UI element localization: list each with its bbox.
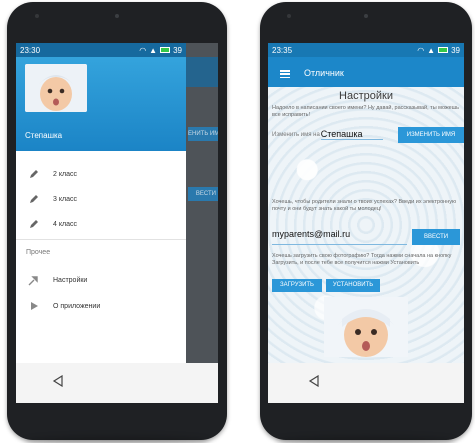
battery-icon bbox=[160, 47, 171, 53]
nav-item-label: Настройки bbox=[53, 276, 88, 284]
pencil-icon bbox=[28, 219, 39, 230]
nav-item-label: 4 класс bbox=[53, 220, 77, 228]
battery-level: 39 bbox=[173, 45, 182, 55]
camera-dot bbox=[287, 14, 291, 18]
phone-right: 23:35 ◠ ▲ 39 Отличник Настройки Надоело … bbox=[260, 2, 472, 440]
dimmed-enter-button: ВЕСТИ bbox=[188, 187, 218, 201]
nav-item-label: О приложении bbox=[53, 302, 101, 310]
nav-item-grade-3[interactable]: 3 класс bbox=[16, 188, 186, 210]
signal-icon: ▲ bbox=[149, 45, 158, 55]
drawer-user-name: Степашка bbox=[25, 131, 63, 140]
signal-icon: ▲ bbox=[427, 45, 436, 55]
status-time: 23:30 bbox=[20, 45, 41, 55]
system-nav-bar bbox=[268, 363, 464, 403]
battery-icon bbox=[438, 47, 449, 53]
drawer-divider bbox=[16, 239, 186, 240]
settings-content: Настройки Надоело в написании своего име… bbox=[268, 87, 464, 363]
child-photo bbox=[324, 297, 408, 357]
navigation-drawer: 23:30 ◠ ▲ 39 Степашка 2 класс 3 класс 4 … bbox=[16, 43, 186, 363]
status-bar: 23:30 ◠ ▲ 39 bbox=[16, 43, 186, 57]
camera-dot bbox=[35, 14, 39, 18]
screen-left: ЕНИТЬ ИМЯ ВЕСТИ 23:30 ◠ ▲ 39 bbox=[16, 43, 218, 403]
pencil-icon bbox=[28, 169, 39, 180]
wifi-icon: ◠ bbox=[139, 45, 147, 55]
nav-item-label: 2 класс bbox=[53, 170, 77, 178]
intro-text: Надоело в написании своего имени? Ну дав… bbox=[272, 105, 459, 118]
speaker bbox=[115, 14, 119, 18]
screen-right: 23:35 ◠ ▲ 39 Отличник Настройки Надоело … bbox=[268, 43, 464, 403]
menu-icon[interactable] bbox=[280, 70, 290, 78]
nav-item-grade-2[interactable]: 2 класс bbox=[16, 163, 186, 185]
back-icon[interactable] bbox=[308, 374, 320, 392]
back-icon[interactable] bbox=[52, 374, 64, 392]
pencil-icon bbox=[28, 194, 39, 205]
section-label-other: Прочее bbox=[26, 249, 51, 256]
enter-button[interactable]: ВВЕСТИ bbox=[412, 229, 460, 245]
set-button[interactable]: УСТАНОВИТЬ bbox=[326, 279, 380, 292]
nav-item-label: 3 класс bbox=[53, 195, 77, 203]
drawer-header: 23:30 ◠ ▲ 39 Степашка bbox=[16, 43, 186, 151]
app-title: Отличник bbox=[304, 68, 344, 78]
status-time: 23:35 bbox=[272, 45, 293, 55]
email-input[interactable]: myparents@mail.ru bbox=[272, 229, 407, 245]
parents-text: Хочешь, чтобы родители знали о твоих усп… bbox=[272, 199, 457, 212]
dimmed-change-name-button: ЕНИТЬ ИМЯ bbox=[188, 127, 218, 141]
name-prefix: Изменить имя на bbox=[272, 131, 320, 138]
nav-item-about[interactable]: О приложении bbox=[16, 295, 186, 317]
name-input[interactable]: Степашка bbox=[320, 129, 383, 140]
wifi-icon: ◠ bbox=[417, 45, 425, 55]
speaker bbox=[364, 14, 368, 18]
app-bar: 23:35 ◠ ▲ 39 Отличник bbox=[268, 43, 464, 87]
settings-icon bbox=[28, 275, 39, 286]
play-icon bbox=[28, 301, 39, 312]
photo-text: Хочешь загрузить свою фотографию? Тогда … bbox=[272, 253, 452, 266]
nav-item-grade-4[interactable]: 4 класс bbox=[16, 213, 186, 235]
avatar[interactable] bbox=[25, 64, 87, 112]
status-bar: 23:35 ◠ ▲ 39 bbox=[268, 43, 464, 57]
nav-item-settings[interactable]: Настройки bbox=[16, 269, 186, 291]
system-nav-bar bbox=[16, 363, 218, 403]
change-name-button[interactable]: ИЗМЕНИТЬ ИМЯ bbox=[398, 127, 464, 143]
upload-button[interactable]: ЗАГРУЗИТЬ bbox=[272, 279, 322, 292]
page-title: Настройки bbox=[339, 90, 393, 102]
battery-level: 39 bbox=[451, 45, 460, 55]
phone-left: ЕНИТЬ ИМЯ ВЕСТИ 23:30 ◠ ▲ 39 bbox=[7, 2, 227, 440]
